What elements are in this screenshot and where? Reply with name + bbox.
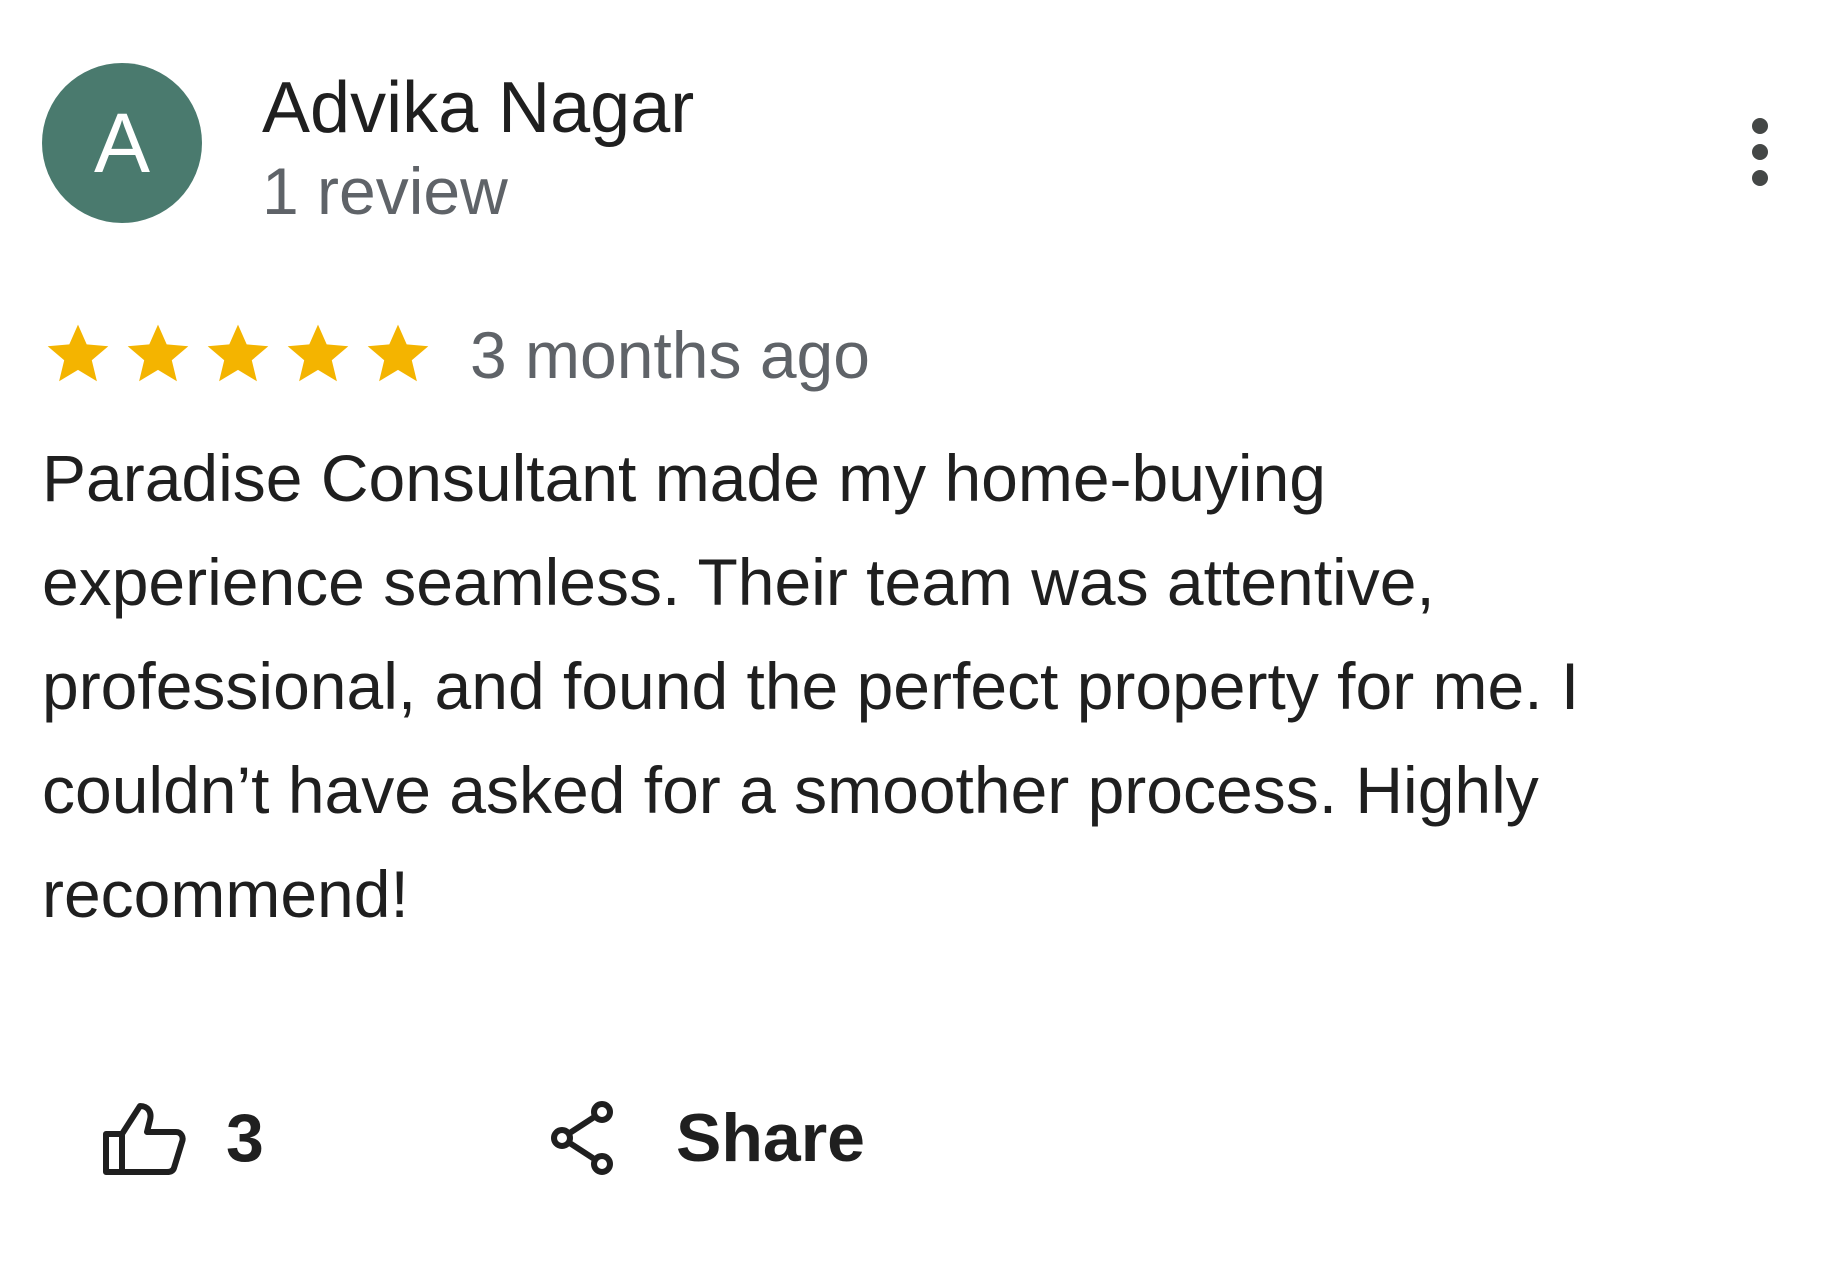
star-icon [207, 324, 269, 382]
more-options-button[interactable] [1730, 112, 1790, 192]
review-text-line: couldn’t have asked for a smoother proce… [42, 753, 1539, 827]
review-card: A Advika Nagar 1 review 3 months ago Par… [0, 0, 1824, 1264]
share-button[interactable]: Share [548, 1090, 865, 1186]
review-text-line: professional, and found the perfect prop… [42, 649, 1580, 723]
more-vert-icon [1752, 118, 1768, 186]
like-button[interactable]: 3 [102, 1090, 264, 1186]
star-icon [367, 324, 429, 382]
thumb-up-icon [103, 1103, 186, 1175]
avatar[interactable]: A [42, 63, 202, 223]
review-count: 1 review [262, 154, 508, 228]
star-icon [287, 324, 349, 382]
review-text-line: experience seamless. Their team was atte… [42, 545, 1435, 619]
star-icon [127, 324, 189, 382]
star-rating [42, 318, 434, 390]
review-text: Paradise Consultant made my home-buying … [42, 426, 1782, 946]
review-time: 3 months ago [470, 318, 870, 392]
star-icon [47, 324, 109, 382]
review-text-line: Paradise Consultant made my home-buying [42, 441, 1327, 515]
author-name[interactable]: Advika Nagar [262, 66, 694, 150]
like-count: 3 [226, 1100, 264, 1176]
share-label: Share [676, 1100, 865, 1176]
share-icon [551, 1101, 613, 1175]
review-text-line: recommend! [42, 857, 409, 931]
